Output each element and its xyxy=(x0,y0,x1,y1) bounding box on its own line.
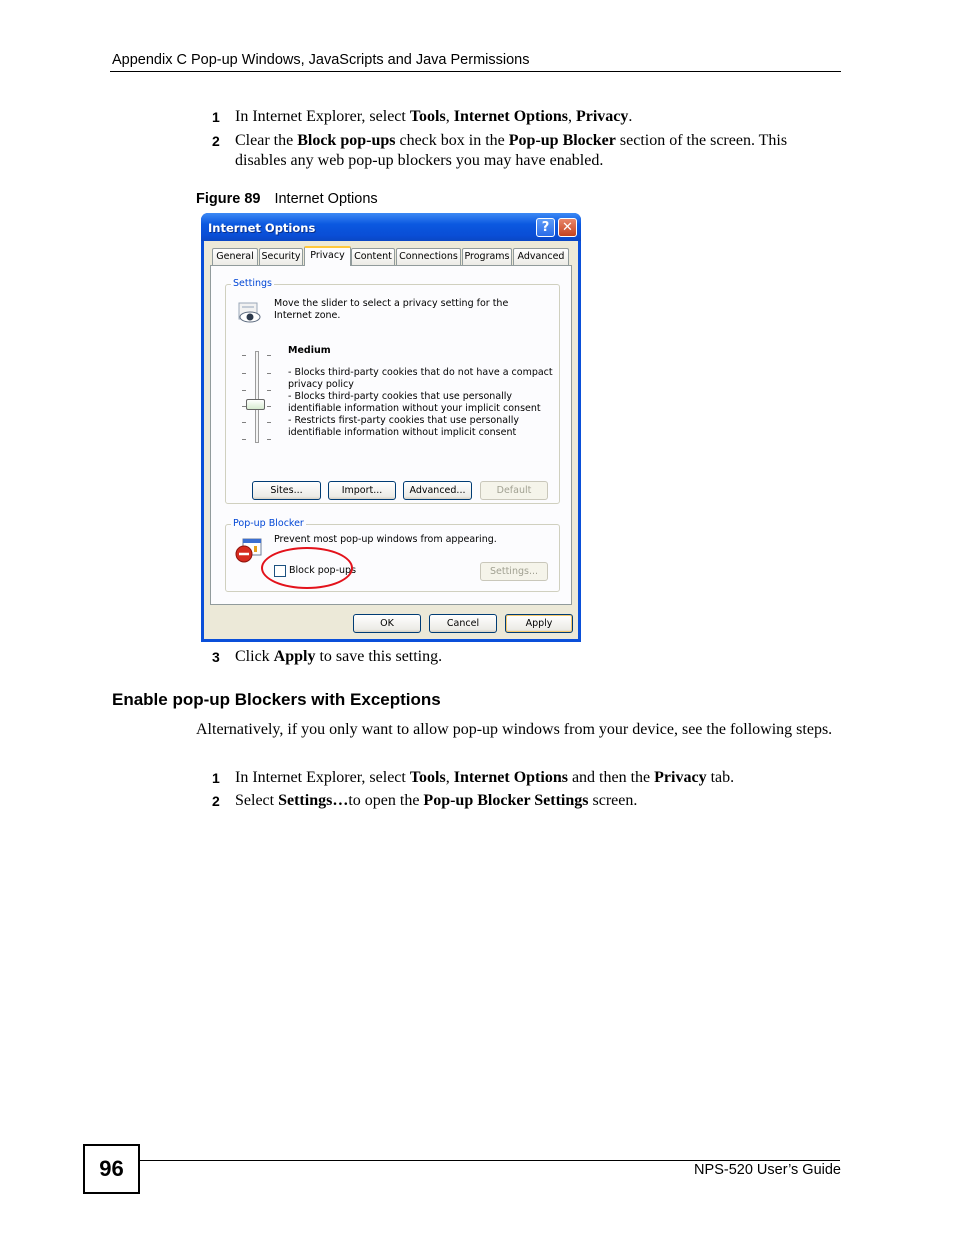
privacy-slider-track[interactable] xyxy=(255,351,259,443)
sites-button[interactable]: Sites... xyxy=(252,481,321,500)
emphasis-text: Tools xyxy=(409,769,446,786)
tab-content[interactable]: Content xyxy=(351,248,395,265)
plain-text: . xyxy=(628,108,633,125)
privacy-slider-thumb[interactable] xyxy=(246,399,265,410)
section-heading: Enable pop-up Blockers with Exceptions xyxy=(112,690,441,709)
popup-settings-button[interactable]: Settings... xyxy=(480,562,548,581)
plain-text: to save this setting. xyxy=(315,648,443,665)
description-line: - Blocks third-party cookies that do not… xyxy=(288,367,553,390)
emphasis-text: Pop-up Blocker Settings xyxy=(423,792,589,809)
tab-security[interactable]: Security xyxy=(259,248,303,265)
step-text: In Internet Explorer, select Tools, Inte… xyxy=(235,107,835,127)
ok-button[interactable]: OK xyxy=(353,614,421,633)
emphasis-text: Privacy xyxy=(575,108,629,125)
close-button[interactable]: ✕ xyxy=(558,218,577,237)
import-button[interactable]: Import... xyxy=(328,481,396,500)
close-icon: ✕ xyxy=(562,220,573,235)
tab-privacy[interactable]: Privacy xyxy=(304,246,351,266)
privacy-level-description: - Blocks third-party cookies that do not… xyxy=(288,367,553,439)
question-icon: ? xyxy=(541,220,550,235)
guide-title: NPS-520 User’s Guide xyxy=(694,1162,841,1178)
emphasis-text: Apply xyxy=(273,648,316,665)
popup-blocker-group-label: Pop-up Blocker xyxy=(231,518,306,529)
settings-groupbox: Settings Move the slider to select a pri… xyxy=(225,278,560,504)
settings-group-label: Settings xyxy=(231,278,274,289)
tab-programs[interactable]: Programs xyxy=(462,248,512,265)
description-line: - Restricts first-party cookies that use… xyxy=(288,415,519,438)
plain-text: to open the xyxy=(348,792,424,809)
plain-text: In Internet Explorer, select xyxy=(235,769,410,786)
plain-text: and then the xyxy=(567,769,655,786)
settings-intro-text: Move the slider to select a privacy sett… xyxy=(274,298,509,321)
footer-rule xyxy=(140,1160,840,1161)
emphasis-text: Block pop-ups xyxy=(297,132,396,149)
figure-label: Figure 89 xyxy=(196,191,261,207)
emphasis-text: Internet Options xyxy=(453,769,568,786)
step-number: 1 xyxy=(212,109,220,125)
step-text: Click Apply to save this setting. xyxy=(235,647,835,667)
plain-text: check box in the xyxy=(395,132,509,149)
emphasis-text: Internet Options xyxy=(453,108,568,125)
popup-blocker-text: Prevent most pop-up windows from appeari… xyxy=(274,534,497,545)
plain-text: Clear the xyxy=(235,132,298,149)
tab-general[interactable]: General xyxy=(212,248,258,265)
emphasis-text: Pop-up Blocker xyxy=(508,132,616,149)
emphasis-text: Settings… xyxy=(278,792,349,809)
plain-text: tab. xyxy=(706,769,735,786)
help-button[interactable]: ? xyxy=(536,218,555,237)
step-text: In Internet Explorer, select Tools, Inte… xyxy=(235,768,835,788)
plain-text: , xyxy=(567,108,576,125)
plain-text: In Internet Explorer, select xyxy=(235,108,410,125)
privacy-eye-icon xyxy=(238,302,261,323)
step-number: 2 xyxy=(212,793,220,809)
advanced-button[interactable]: Advanced... xyxy=(403,481,472,500)
description-line: - Blocks third-party cookies that use pe… xyxy=(288,391,541,414)
dialog-title: Internet Options xyxy=(208,221,316,235)
dialog-client-area: General Security Privacy Content Connect… xyxy=(204,241,578,639)
section-paragraph: Alternatively, if you only want to allow… xyxy=(196,721,833,738)
cancel-button[interactable]: Cancel xyxy=(429,614,497,633)
figure-title: Internet Options xyxy=(274,191,378,207)
privacy-level-label: Medium xyxy=(288,345,331,356)
emphasis-text: Tools xyxy=(409,108,446,125)
default-button[interactable]: Default xyxy=(480,481,548,500)
plain-text: Select xyxy=(235,792,279,809)
dialog-titlebar[interactable]: Internet Options ? ✕ xyxy=(201,213,581,241)
step-text: Clear the Block pop-ups check box in the… xyxy=(235,131,830,171)
emphasis-text: Privacy xyxy=(654,769,707,786)
tab-connections[interactable]: Connections xyxy=(396,248,461,265)
figure-caption: Figure 89 Internet Options xyxy=(196,191,378,207)
step-number: 3 xyxy=(212,649,220,665)
plain-text: screen. xyxy=(588,792,638,809)
step-text: Select Settings…to open the Pop-up Block… xyxy=(235,791,835,811)
apply-button[interactable]: Apply xyxy=(505,614,573,633)
page-number: 96 xyxy=(83,1144,140,1194)
header-rule xyxy=(110,71,841,72)
step-number: 1 xyxy=(212,770,220,786)
internet-options-dialog: Internet Options ? ✕ General Security Pr… xyxy=(201,213,581,642)
plain-text: Click xyxy=(235,648,274,665)
popup-blocker-icon xyxy=(235,538,262,563)
plain-text: , xyxy=(445,769,454,786)
running-header: Appendix C Pop-up Windows, JavaScripts a… xyxy=(112,52,530,68)
plain-text: , xyxy=(445,108,454,125)
annotation-highlight-ellipse xyxy=(261,547,353,589)
step-number: 2 xyxy=(212,133,220,149)
tab-advanced[interactable]: Advanced xyxy=(513,248,569,265)
privacy-tab-panel: Settings Move the slider to select a pri… xyxy=(210,265,572,605)
